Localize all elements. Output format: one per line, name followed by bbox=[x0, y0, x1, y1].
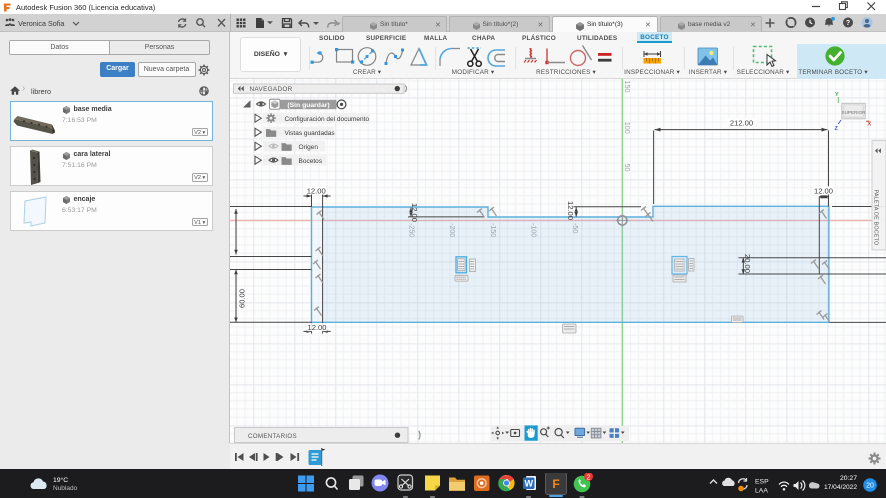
svg-text:Origen: Origen bbox=[299, 143, 319, 150]
svg-text:150: 150 bbox=[623, 80, 632, 92]
svg-text:SUPERIOR: SUPERIOR bbox=[842, 109, 867, 114]
svg-text:50: 50 bbox=[623, 163, 632, 171]
svg-text:12.00: 12.00 bbox=[814, 186, 833, 195]
svg-text:60.00: 60.00 bbox=[238, 288, 247, 307]
svg-text:PALETA DE BOCETO: PALETA DE BOCETO bbox=[873, 189, 879, 245]
svg-text:X: X bbox=[868, 121, 872, 127]
svg-text:Bocetos: Bocetos bbox=[299, 157, 323, 164]
svg-text:2: 2 bbox=[587, 474, 591, 481]
svg-text:12.00: 12.00 bbox=[566, 201, 575, 220]
svg-text:?: ? bbox=[846, 20, 850, 27]
svg-text:Vistas guardadas: Vistas guardadas bbox=[285, 129, 336, 136]
svg-text:W: W bbox=[524, 478, 533, 488]
svg-text:(Sin guardar): (Sin guardar) bbox=[287, 101, 329, 108]
svg-text:212.00: 212.00 bbox=[730, 118, 753, 127]
svg-text:100: 100 bbox=[623, 121, 632, 133]
svg-text:12.00: 12.00 bbox=[410, 203, 419, 222]
svg-text:ESP: ESP bbox=[755, 478, 769, 485]
svg-text:Configuración del documento: Configuración del documento bbox=[285, 115, 370, 122]
svg-text:20.00: 20.00 bbox=[743, 254, 752, 273]
svg-text:12.00: 12.00 bbox=[307, 323, 326, 332]
svg-text:NAVEGADOR: NAVEGADOR bbox=[250, 86, 293, 93]
svg-text:12.00: 12.00 bbox=[307, 186, 326, 195]
svg-text:COMENTARIOS: COMENTARIOS bbox=[248, 432, 297, 439]
svg-text:F: F bbox=[552, 477, 559, 491]
svg-text:LAA: LAA bbox=[755, 487, 768, 494]
svg-text:20: 20 bbox=[866, 483, 874, 490]
